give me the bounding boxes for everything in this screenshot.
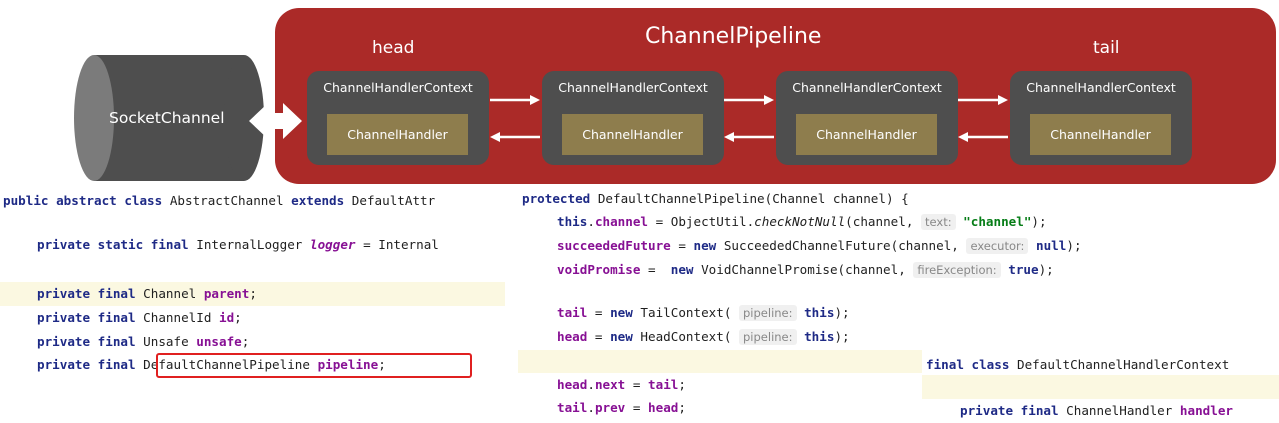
handler-box: ChannelHandler: [1030, 114, 1171, 155]
handler-box: ChannelHandler: [796, 114, 937, 155]
context-label: ChannelHandlerContext: [1026, 80, 1176, 95]
param-hint: executor:: [966, 238, 1029, 254]
line-channel: this.channel = ObjectUtil.checkNotNull(c…: [557, 214, 1047, 230]
handler-context-code: final class DefaultChannelHandlerContext…: [922, 348, 1279, 423]
context-label: ChannelHandlerContext: [323, 80, 473, 95]
current-line-highlight: [518, 350, 928, 373]
context-label: ChannelHandlerContext: [792, 80, 942, 95]
context-box-2: ChannelHandlerContext ChannelHandler: [542, 71, 724, 165]
handler-context-class-declaration: final class DefaultChannelHandlerContext: [926, 357, 1230, 372]
class-declaration: public abstract class AbstractChannel ex…: [3, 193, 436, 208]
context-box-head: ChannelHandlerContext ChannelHandler: [307, 71, 489, 165]
param-hint: text:: [921, 214, 956, 230]
field-parent: private final Channel parent;: [37, 286, 257, 301]
param-hint: fireException:: [913, 262, 1001, 278]
field-unsafe: private final Unsafe unsafe;: [37, 334, 250, 349]
line-head-next: head.next = tail;: [557, 377, 686, 392]
field-id: private final ChannelId id;: [37, 310, 242, 325]
context-label: ChannelHandlerContext: [558, 80, 708, 95]
handler-box: ChannelHandler: [562, 114, 703, 155]
line-tail-context: tail = new TailContext( pipeline: this);: [557, 305, 850, 321]
abstract-channel-code: public abstract class AbstractChannel ex…: [0, 186, 505, 386]
handler-field: private final ChannelHandler handler: [960, 403, 1233, 418]
socket-channel-label: SocketChannel: [109, 109, 225, 127]
handler-box: ChannelHandler: [327, 114, 468, 155]
line-succeeded-future: succeededFuture = new SucceededChannelFu…: [557, 238, 1082, 254]
current-line-highlight: [922, 375, 1279, 399]
logger-field: private static final InternalLogger logg…: [37, 237, 439, 252]
pipeline-field-highlight-box: [156, 353, 472, 378]
line-tail-prev: tail.prev = head;: [557, 400, 686, 415]
param-hint: pipeline:: [739, 305, 797, 321]
line-void-promise: voidPromise = new VoidChannelPromise(cha…: [557, 262, 1054, 278]
constructor-signature: protected DefaultChannelPipeline(Channel…: [522, 191, 909, 206]
line-head-context: head = new HeadContext( pipeline: this);: [557, 329, 850, 345]
param-hint: pipeline:: [739, 329, 797, 345]
context-box-3: ChannelHandlerContext ChannelHandler: [776, 71, 958, 165]
context-box-tail: ChannelHandlerContext ChannelHandler: [1010, 71, 1192, 165]
